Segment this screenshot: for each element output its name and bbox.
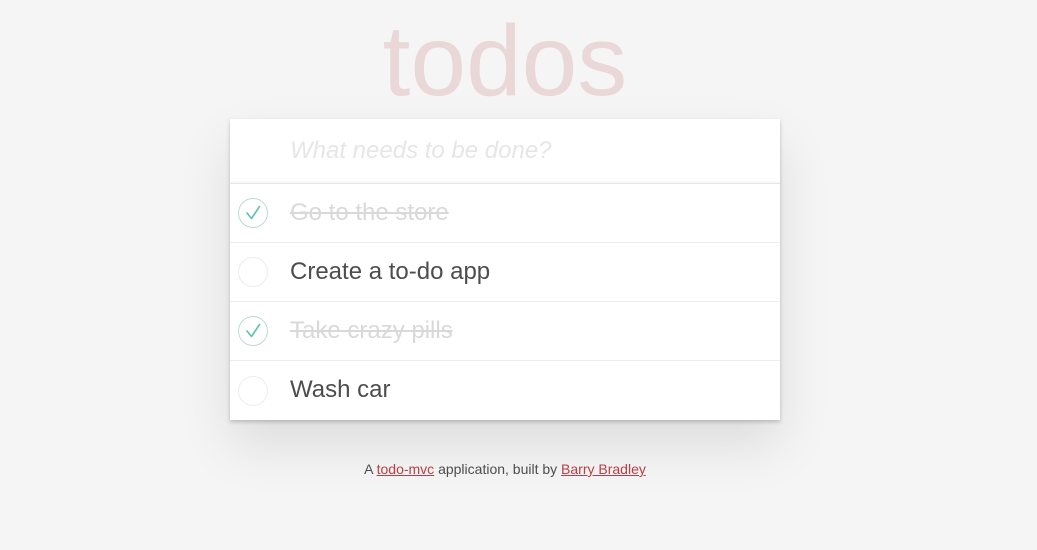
todo-label: Go to the store	[290, 198, 449, 226]
todo-toggle[interactable]	[238, 316, 268, 346]
footer-prefix: A	[364, 461, 373, 477]
check-icon	[246, 205, 261, 220]
todo-label: Wash car	[290, 376, 391, 404]
todo-toggle[interactable]	[238, 257, 268, 287]
footer-middle: application, built by	[438, 461, 558, 477]
todo-toggle[interactable]	[238, 375, 268, 406]
todo-mvc-link[interactable]: todo-mvc	[377, 461, 435, 477]
new-todo-input[interactable]	[230, 119, 780, 184]
todo-item[interactable]: Go to the store	[230, 184, 780, 243]
todo-list: Go to the store Create a to-do app Take …	[230, 184, 780, 420]
app-title: todos	[382, 5, 628, 117]
footer-info: A todo-mvc application, built by Barry B…	[0, 461, 1010, 477]
todo-label: Create a to-do app	[290, 257, 491, 285]
todo-label: Take crazy pills	[290, 316, 453, 344]
todo-item[interactable]: Wash car	[230, 361, 780, 420]
todo-panel: Go to the store Create a to-do app Take …	[230, 119, 780, 420]
todo-toggle[interactable]	[238, 198, 268, 228]
todo-item[interactable]: Take crazy pills	[230, 302, 780, 361]
todo-item[interactable]: Create a to-do app	[230, 243, 780, 302]
author-link[interactable]: Barry Bradley	[561, 461, 646, 477]
check-icon	[246, 323, 261, 338]
